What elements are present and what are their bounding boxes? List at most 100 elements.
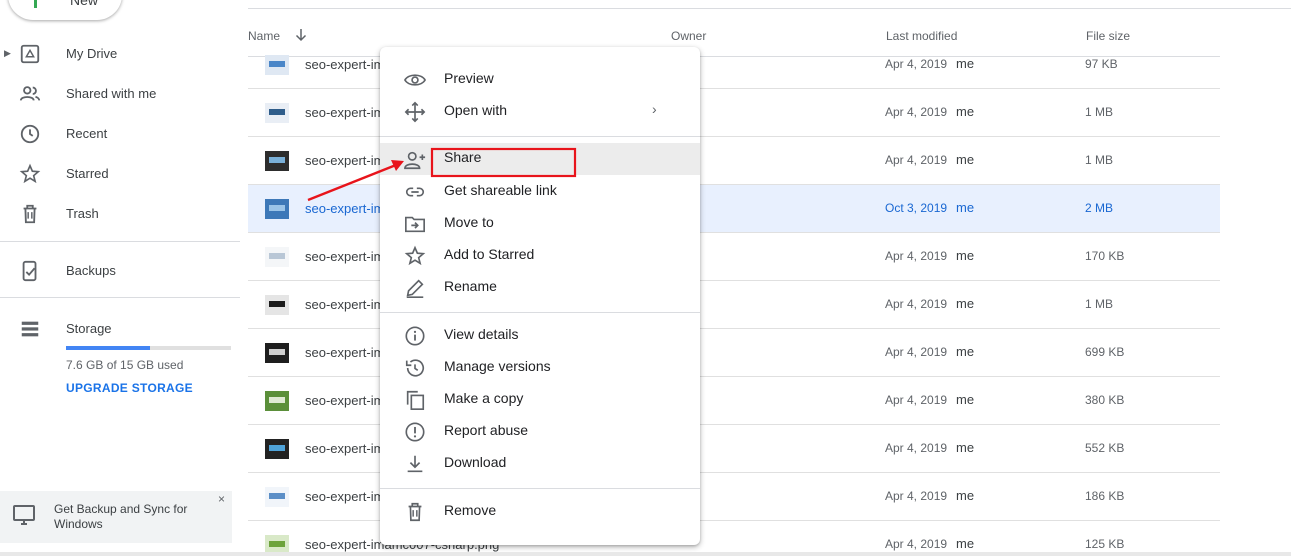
upgrade-storage-link[interactable]: UPGRADE STORAGE [66,381,193,395]
sidebar-item-my-drive[interactable]: ▶ My Drive [0,37,232,69]
backup-sync-promo[interactable]: Get Backup and Sync for Windows × [0,491,232,543]
file-name[interactable]: seo-expert-im [305,153,384,168]
menu-item-report-abuse[interactable]: Report abuse [380,415,700,447]
menu-item-manage-versions[interactable]: Manage versions [380,351,700,383]
sort-down-arrow-icon[interactable] [294,28,308,42]
new-button-label: New [70,0,99,8]
horizontal-scrollbar[interactable] [0,552,1291,556]
clock-icon [20,124,40,144]
menu-item-label: Download [444,454,507,470]
file-name[interactable]: seo-expert-im [305,489,384,504]
modified-by: me [956,392,975,407]
image-thumbnail-icon [265,103,289,123]
link-icon [405,187,425,197]
file-name[interactable]: seo-expert-im [305,297,384,312]
history-icon [405,359,425,377]
menu-item-remove[interactable]: Remove [380,495,700,527]
chevron-right-icon: › [652,101,657,117]
image-thumbnail-icon [265,199,289,219]
file-size: 2 MB [1085,201,1114,215]
image-thumbnail-icon [265,487,289,507]
star-icon [404,245,426,266]
eye-icon [404,74,426,86]
image-thumbnail-icon [265,247,289,267]
image-thumbnail-icon [265,391,289,411]
sidebar-item-shared[interactable]: Shared with me [0,77,232,109]
menu-item-label: Make a copy [444,390,524,406]
alert-icon [405,422,425,442]
menu-item-download[interactable]: Download [380,447,700,479]
menu-item-label: Add to Starred [444,246,535,262]
people-icon [19,86,41,101]
image-thumbnail-icon [265,55,289,75]
sidebar-item-starred[interactable]: Starred [0,157,232,189]
image-thumbnail-icon [265,343,289,363]
file-size: 186 KB [1085,489,1125,503]
last-modified-date: Apr 4, 2019 [885,441,948,455]
new-button[interactable]: New [8,0,122,20]
file-name[interactable]: seo-expert-im [305,249,384,264]
modified-by: me [956,536,975,551]
drive-icon [20,44,40,64]
sidebar-item-storage[interactable]: Storage [0,312,232,344]
trash-icon [23,204,37,224]
file-name[interactable]: seo-expert-im [305,345,384,360]
modified-by: me [956,200,975,215]
image-thumbnail-icon [265,439,289,459]
last-modified-date: Apr 4, 2019 [885,537,948,551]
sidebar-item-label: Starred [66,165,109,181]
menu-separator [380,488,700,489]
menu-item-view-details[interactable]: View details [380,319,700,351]
menu-item-preview[interactable]: Preview [380,63,700,95]
modified-by: me [956,104,975,119]
menu-item-label: Manage versions [444,358,551,374]
expand-caret-icon[interactable]: ▶ [4,48,11,59]
file-name[interactable]: seo-expert-im [305,105,384,120]
menu-item-open-with[interactable]: Open with › [380,95,700,127]
last-modified-date: Apr 4, 2019 [885,393,948,407]
backup-phone-icon [22,260,37,282]
sidebar-item-backups[interactable]: Backups [0,254,232,286]
menu-item-move-to[interactable]: Move to [380,207,700,239]
storage-icon [21,321,39,337]
sidebar-item-label: Backups [66,262,116,278]
file-name[interactable]: seo-expert-im [305,393,384,408]
sidebar-item-label: Recent [66,125,108,141]
image-thumbnail-icon [265,151,289,171]
file-name[interactable]: seo-expert-im [305,441,384,456]
menu-item-get-link[interactable]: Get shareable link [380,175,700,207]
close-icon[interactable]: × [218,492,225,506]
file-size: 125 KB [1085,537,1125,551]
sidebar-item-trash[interactable]: Trash [0,197,232,229]
last-modified-date: Apr 4, 2019 [885,105,948,119]
sidebar: New ▶ My Drive Shared with me Recent Sta… [0,0,240,556]
menu-item-add-starred[interactable]: Add to Starred [380,239,700,271]
last-modified-date: Apr 4, 2019 [885,57,948,71]
file-name[interactable]: seo-expert-im [305,57,384,72]
sidebar-item-recent[interactable]: Recent [0,117,232,149]
modified-by: me [956,488,975,503]
modified-by: me [956,152,975,167]
info-icon [405,326,425,346]
menu-item-label: Share [444,149,482,165]
promo-text: Get Backup and Sync for Windows [54,502,188,531]
modified-by: me [956,296,975,311]
file-size: 1 MB [1085,297,1114,311]
menu-item-make-copy[interactable]: Make a copy [380,383,700,415]
file-name[interactable]: seo-expert-im [305,201,384,216]
menu-item-label: Report abuse [444,422,529,438]
menu-item-label: Get shareable link [444,182,557,198]
menu-item-label: Remove [444,502,497,518]
sidebar-divider [0,297,240,298]
file-size: 1 MB [1085,153,1114,167]
menu-item-label: Open with [444,102,508,118]
menu-item-rename[interactable]: Rename [380,271,700,303]
image-thumbnail-icon [265,295,289,315]
modified-by: me [956,248,975,263]
menu-item-label: View details [444,326,519,342]
menu-separator [380,136,700,137]
last-modified-date: Apr 4, 2019 [885,489,948,503]
drive-window: New ▶ My Drive Shared with me Recent Sta… [0,0,1291,556]
menu-item-share[interactable]: Share [380,143,700,175]
star-icon [19,163,41,184]
